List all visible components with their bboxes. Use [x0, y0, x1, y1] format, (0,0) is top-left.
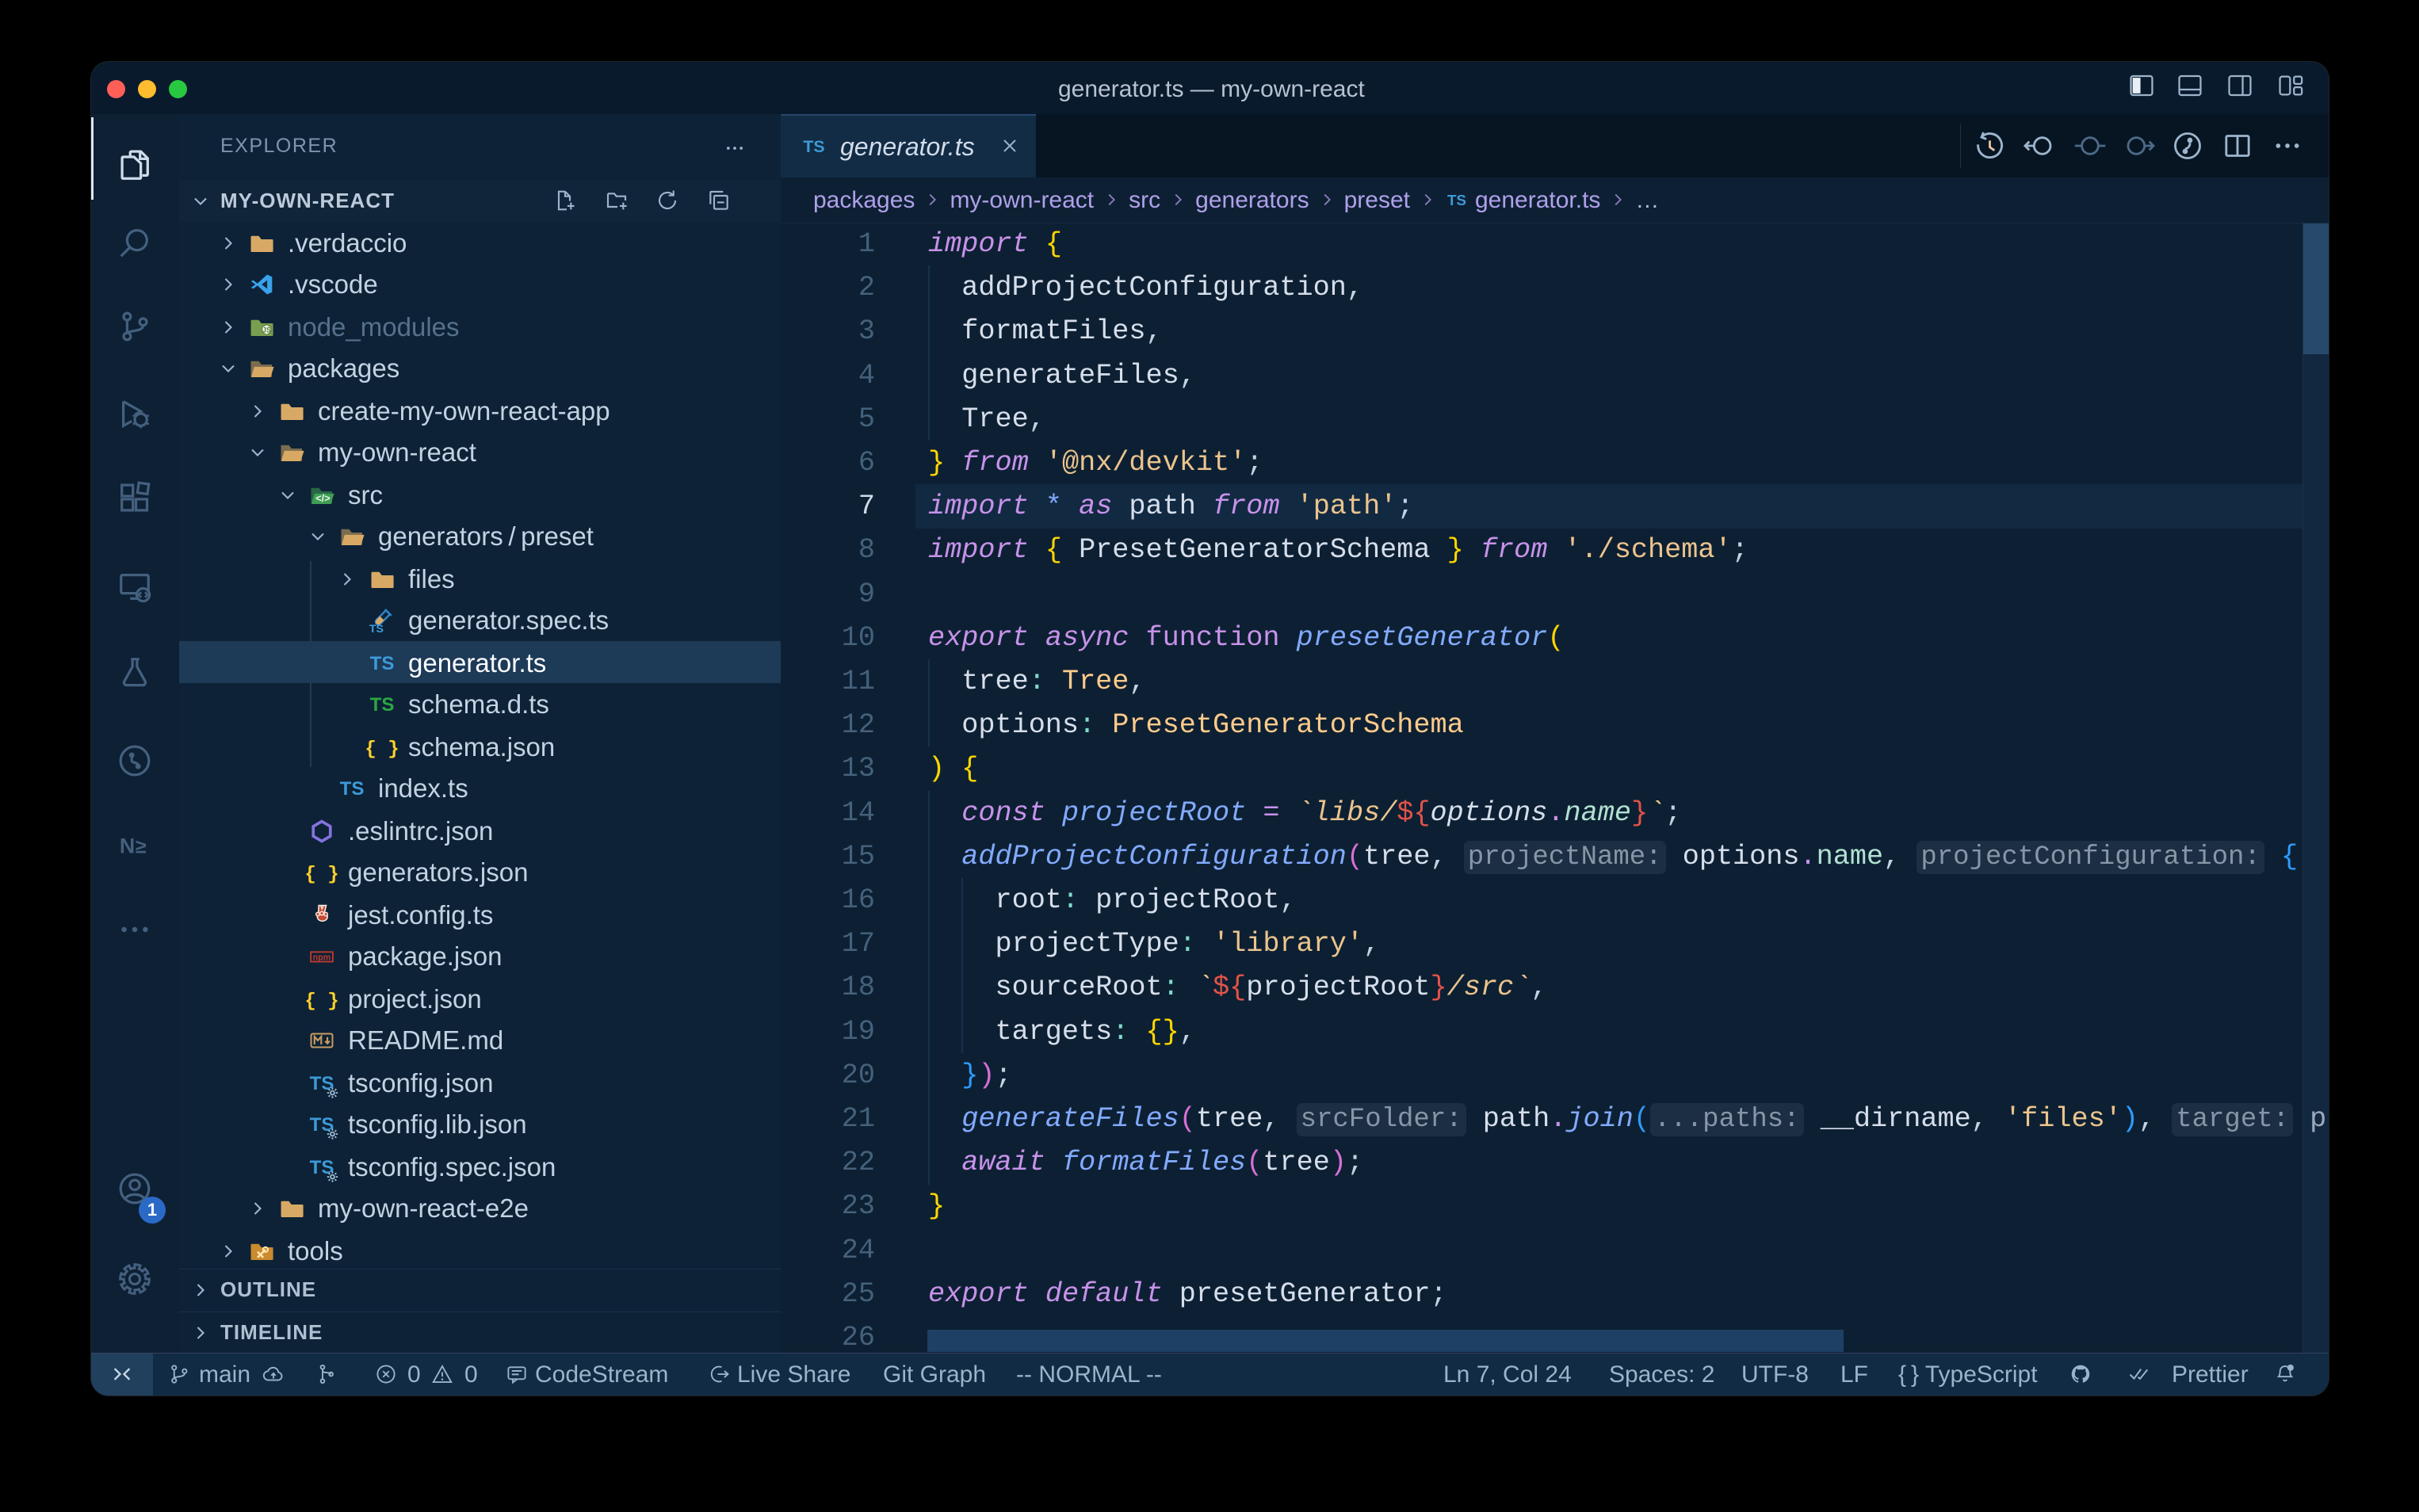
svg-text:TS: TS: [370, 653, 395, 674]
svg-text:{ }: { }: [304, 991, 338, 1013]
svg-text:TS: TS: [803, 137, 824, 156]
svg-text:</>: </>: [315, 492, 330, 504]
svg-text:npm: npm: [313, 953, 331, 962]
svg-text:{ }: { }: [304, 865, 338, 886]
svg-text:JS: JS: [262, 326, 271, 334]
svg-text:{ }: { }: [365, 739, 399, 761]
svg-text:TS: TS: [370, 694, 395, 716]
svg-text:TS: TS: [1447, 192, 1466, 208]
svg-text:≥: ≥: [136, 836, 147, 858]
svg-text:TS: TS: [369, 623, 384, 636]
svg-text:N: N: [120, 834, 135, 858]
svg-text:TS: TS: [340, 778, 365, 800]
